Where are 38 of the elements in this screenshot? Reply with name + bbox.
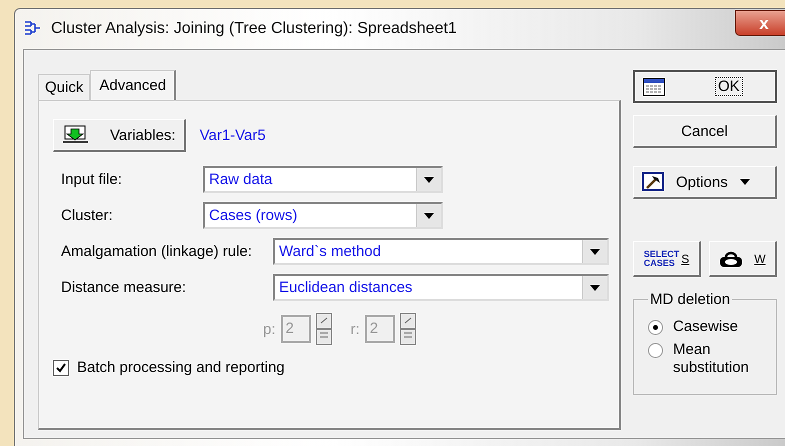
field-label: Amalgamation (linkage) rule: <box>61 243 253 260</box>
caret-icon <box>424 212 434 218</box>
ok-button[interactable]: OK <box>633 70 777 103</box>
hammer-icon <box>642 172 664 192</box>
field-label: Input file: <box>61 171 123 188</box>
variables-button[interactable]: Variables: <box>53 119 186 152</box>
spinner-label: r: <box>350 320 360 338</box>
checkbox[interactable] <box>53 360 69 376</box>
dropdown[interactable]: Ward`s method <box>273 238 609 265</box>
options-button[interactable]: Options <box>633 166 777 199</box>
tab[interactable]: Advanced <box>90 70 176 100</box>
weight-button[interactable]: W <box>709 241 777 277</box>
caret-icon <box>740 179 750 185</box>
dropdown[interactable]: Euclidean distances <box>273 274 609 301</box>
group-title: MD deletion <box>649 291 732 308</box>
radio-label: Mean substitution <box>673 341 750 376</box>
dropdown[interactable]: Cases (rows) <box>203 202 443 229</box>
field-label: Distance measure: <box>61 279 188 296</box>
down-arrow-icon <box>62 125 90 145</box>
weight-icon <box>719 250 744 266</box>
variables-value: Var1-Var5 <box>200 127 266 144</box>
spin-arrows-icon[interactable] <box>400 313 416 345</box>
caret-icon <box>424 176 434 182</box>
spinner-label: p: <box>263 320 276 338</box>
tree-icon <box>23 20 43 38</box>
radio-label: Casewise <box>673 318 740 336</box>
tab[interactable]: Quick <box>38 74 90 100</box>
caret-icon <box>590 284 600 290</box>
spin-arrows-icon[interactable] <box>316 313 332 345</box>
cancel-button[interactable]: Cancel <box>633 115 777 148</box>
checkbox-label: Batch processing and reporting <box>77 359 285 376</box>
table-icon <box>643 78 665 96</box>
caret-icon <box>590 248 600 254</box>
radio-button[interactable] <box>648 320 663 335</box>
field-label: Cluster: <box>61 207 114 224</box>
dropdown[interactable]: Raw data <box>203 166 443 193</box>
window-title: Cluster Analysis: Joining (Tree Clustering): Spreadsheet1 <box>51 20 457 38</box>
radio-button[interactable] <box>648 343 663 358</box>
